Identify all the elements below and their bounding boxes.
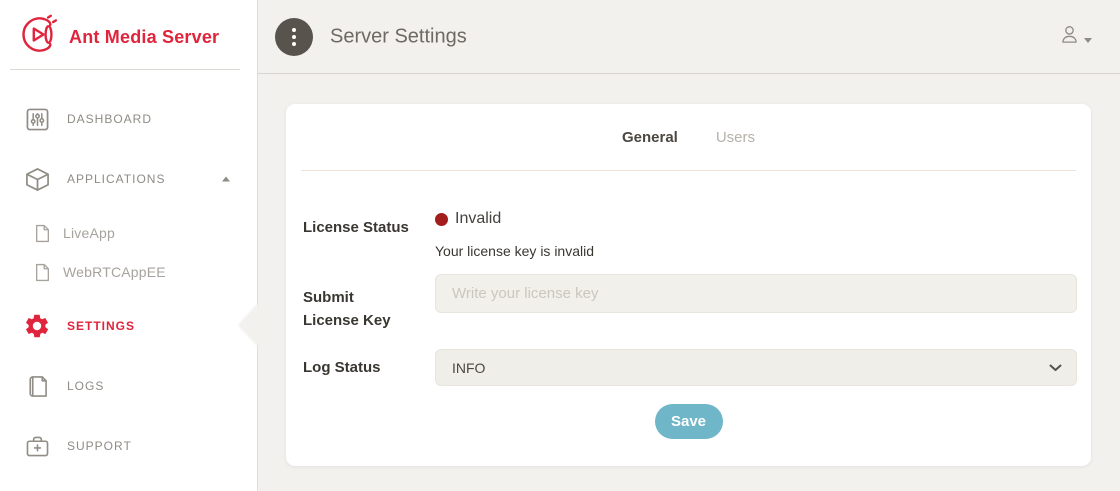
sidebar-item-liveapp[interactable]: LiveApp [0,213,257,253]
tab-bar: General Users [286,104,1091,170]
sidebar-item-label: SETTINGS [67,319,135,333]
brand-name: Ant Media Server [69,27,219,48]
brand[interactable]: Ant Media Server [14,13,219,61]
support-first-aid-icon [23,432,51,460]
gear-icon [23,312,51,340]
log-status-select-wrap: INFO [435,349,1077,386]
sidebar-item-settings[interactable]: SETTINGS [0,306,257,346]
dashboard-sliders-icon [23,105,51,133]
brand-divider [10,69,240,70]
sidebar-item-label: APPLICATIONS [67,172,165,186]
sidebar-item-label: WebRTCAppEE [63,264,166,280]
sidebar-item-label: SUPPORT [67,439,132,453]
logs-document-icon [23,372,51,400]
user-icon [1059,24,1080,50]
sidebar-item-applications[interactable]: APPLICATIONS [0,159,257,199]
license-status-message: Your license key is invalid [435,243,594,259]
applications-box-icon [23,165,51,193]
ant-media-logo-icon [14,13,60,61]
chevron-up-icon [222,177,230,182]
tab-general[interactable]: General [622,129,678,146]
user-menu[interactable] [1059,24,1092,50]
license-status-label: License Status [303,216,409,239]
active-item-notch [239,304,258,346]
sidebar-item-support[interactable]: SUPPORT [0,426,257,466]
file-icon [28,219,56,247]
kebab-menu-icon[interactable] [275,18,313,56]
save-button[interactable]: Save [655,404,723,439]
sidebar: Ant Media Server DASHBOARD [0,0,258,491]
status-invalid-dot-icon [435,213,448,226]
file-icon [28,258,56,286]
sidebar-item-label: DASHBOARD [67,112,152,126]
sidebar-item-label: LiveApp [63,225,115,241]
topbar: Server Settings [258,0,1120,74]
submit-license-key-label: Submit License Key [303,286,408,332]
license-status-value: Invalid [435,210,501,228]
log-status-label: Log Status [303,356,381,379]
sidebar-item-webrtcappee[interactable]: WebRTCAppEE [0,252,257,292]
license-key-input[interactable] [435,274,1077,313]
server-settings-card: General Users License Status Invalid You… [286,104,1091,466]
status-text: Invalid [455,210,501,228]
sidebar-item-dashboard[interactable]: DASHBOARD [0,99,257,139]
chevron-down-icon [1084,38,1092,43]
page-title: Server Settings [330,25,467,48]
sidebar-item-label: LOGS [67,379,104,393]
app-root: Ant Media Server DASHBOARD [0,0,1120,491]
sidebar-item-logs[interactable]: LOGS [0,366,257,406]
tab-users[interactable]: Users [716,129,755,146]
tabs-divider [301,170,1076,171]
log-status-select[interactable]: INFO [435,349,1077,386]
